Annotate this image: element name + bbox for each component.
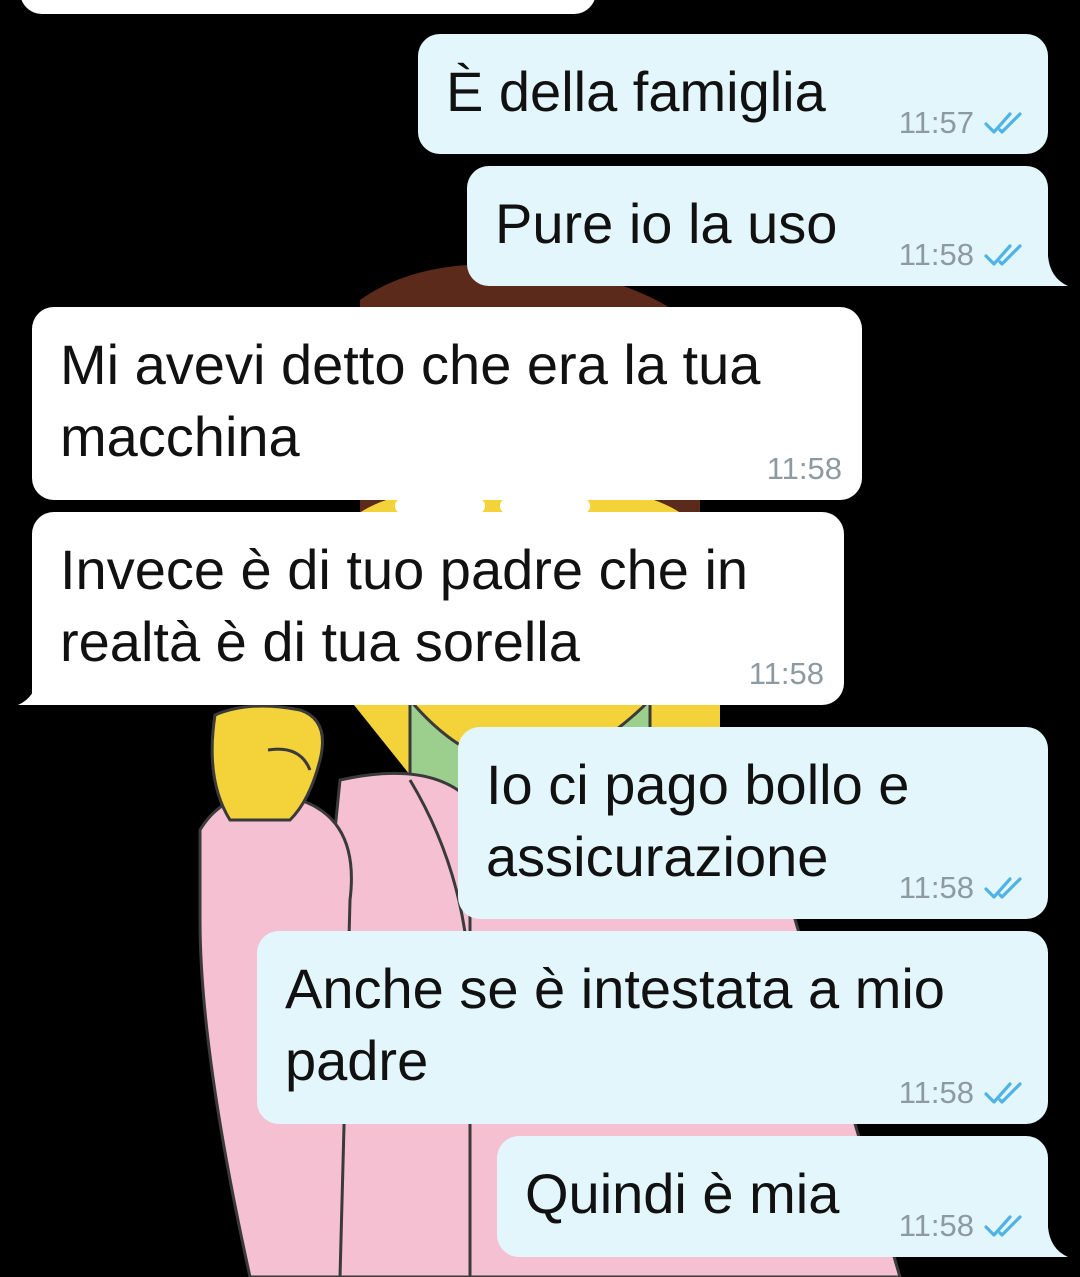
message-meta: 11:58 [899,238,1028,272]
message-time: 11:58 [748,656,824,691]
message-text: Invece è di tuo padre che in realtà è di… [60,538,749,673]
message-time: 11:57 [898,105,974,140]
double-check-icon [984,877,1022,899]
message-bubble-incoming-partial [20,0,596,14]
message-bubble-outgoing[interactable]: Pure io la uso 11:58 [467,166,1048,286]
message-time: 11:58 [898,1208,974,1243]
chat-conversation: È della famiglia 11:57 Pure io la uso 11… [0,0,1080,1277]
message-meta: 11:58 [749,657,824,691]
message-bubble-incoming[interactable]: Mi avevi detto che era la tua macchina 1… [32,307,862,500]
message-bubble-outgoing[interactable]: Anche se è intestata a mio padre 11:58 [257,931,1048,1124]
message-meta: 11:58 [899,1209,1028,1243]
message-time: 11:58 [898,1075,974,1110]
message-meta: 11:57 [899,106,1028,140]
double-check-icon [984,1082,1022,1104]
message-time: 11:58 [766,451,842,486]
message-time: 11:58 [898,870,974,905]
bubble-tail [18,675,48,705]
message-bubble-outgoing[interactable]: Quindi è mia 11:58 [497,1136,1048,1257]
message-text: Mi avevi detto che era la tua macchina [60,333,761,468]
double-check-icon [984,112,1022,134]
bubble-tail [1040,256,1068,286]
message-meta: 11:58 [767,452,842,486]
message-time: 11:58 [898,237,974,272]
double-check-icon [984,244,1022,266]
message-bubble-outgoing[interactable]: È della famiglia 11:57 [418,34,1048,154]
message-meta: 11:58 [899,1076,1028,1110]
bubble-tail [1040,1227,1068,1257]
message-bubble-incoming[interactable]: Invece è di tuo padre che in realtà è di… [32,512,844,705]
double-check-icon [984,1215,1022,1237]
message-meta: 11:58 [899,871,1028,905]
message-bubble-outgoing[interactable]: Io ci pago bollo e assicurazione 11:58 [458,727,1048,919]
